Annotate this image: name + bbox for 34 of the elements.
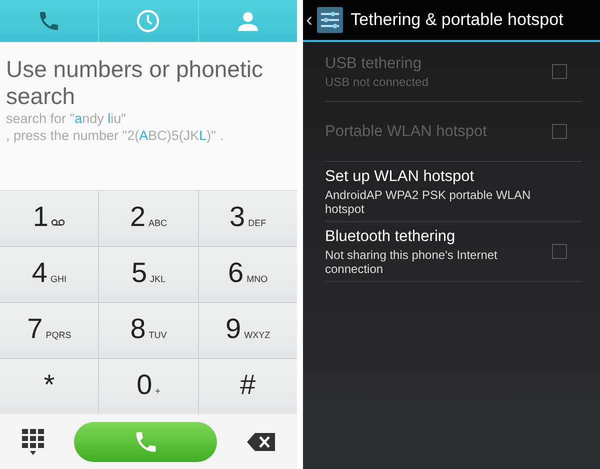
dial-key[interactable]: 7 PQRS (0, 303, 98, 358)
dial-key[interactable]: # (198, 359, 297, 414)
clock-icon (136, 9, 160, 33)
hint-title: Use numbers or phonetic search (6, 56, 264, 110)
item-title: USB tethering (325, 54, 422, 72)
voicemail-icon (51, 219, 66, 226)
settings-item[interactable]: Set up WLAN hotspot AndroidAP WPA2 PSK portable WLAN hotspot (325, 162, 582, 222)
dial-key[interactable]: 8 TUV (99, 303, 198, 358)
item-summary: USB not connected (325, 74, 430, 88)
item-summary: AndroidAP WPA2 PSK portable WLAN hotspot (325, 188, 532, 216)
settings-item[interactable]: Bluetooth tethering Not sharing this phone's Internet connection (325, 222, 582, 282)
call-button[interactable] (74, 422, 217, 462)
dial-key[interactable]: 0+ (99, 359, 198, 414)
dial-key[interactable]: 2 ABC (99, 191, 198, 246)
item-title: Portable WLAN hotspot (325, 122, 488, 140)
dial-key[interactable]: 9 WXYZ (198, 303, 297, 358)
item-summary: Not sharing this phone's Internet connection (325, 248, 498, 276)
dial-key[interactable]: * (0, 359, 98, 414)
hint-text: search for "andy liu" (6, 110, 127, 127)
back-arrow[interactable]: ‹ (306, 8, 313, 32)
dial-key[interactable]: 3 DEF (198, 191, 297, 246)
screen-title: Tethering & portable hotspot (350, 10, 564, 30)
keypad-toggle-icon[interactable] (22, 428, 44, 454)
settings-sliders-icon (316, 7, 343, 33)
contact-icon (236, 9, 260, 33)
dial-key[interactable]: 5 JKL (99, 247, 198, 302)
dial-key[interactable]: 4 GHI (0, 247, 98, 302)
hint-text: , press the number "2(ABC)5(JKL)" . (6, 127, 224, 144)
backspace-icon[interactable] (247, 432, 275, 450)
dial-key[interactable]: 6 MNO (198, 247, 297, 302)
dial-key[interactable]: 1 (0, 191, 98, 246)
item-title: Bluetooth tethering (325, 228, 456, 246)
item-title: Set up WLAN hotspot (325, 168, 476, 186)
checkbox[interactable] (552, 244, 567, 259)
